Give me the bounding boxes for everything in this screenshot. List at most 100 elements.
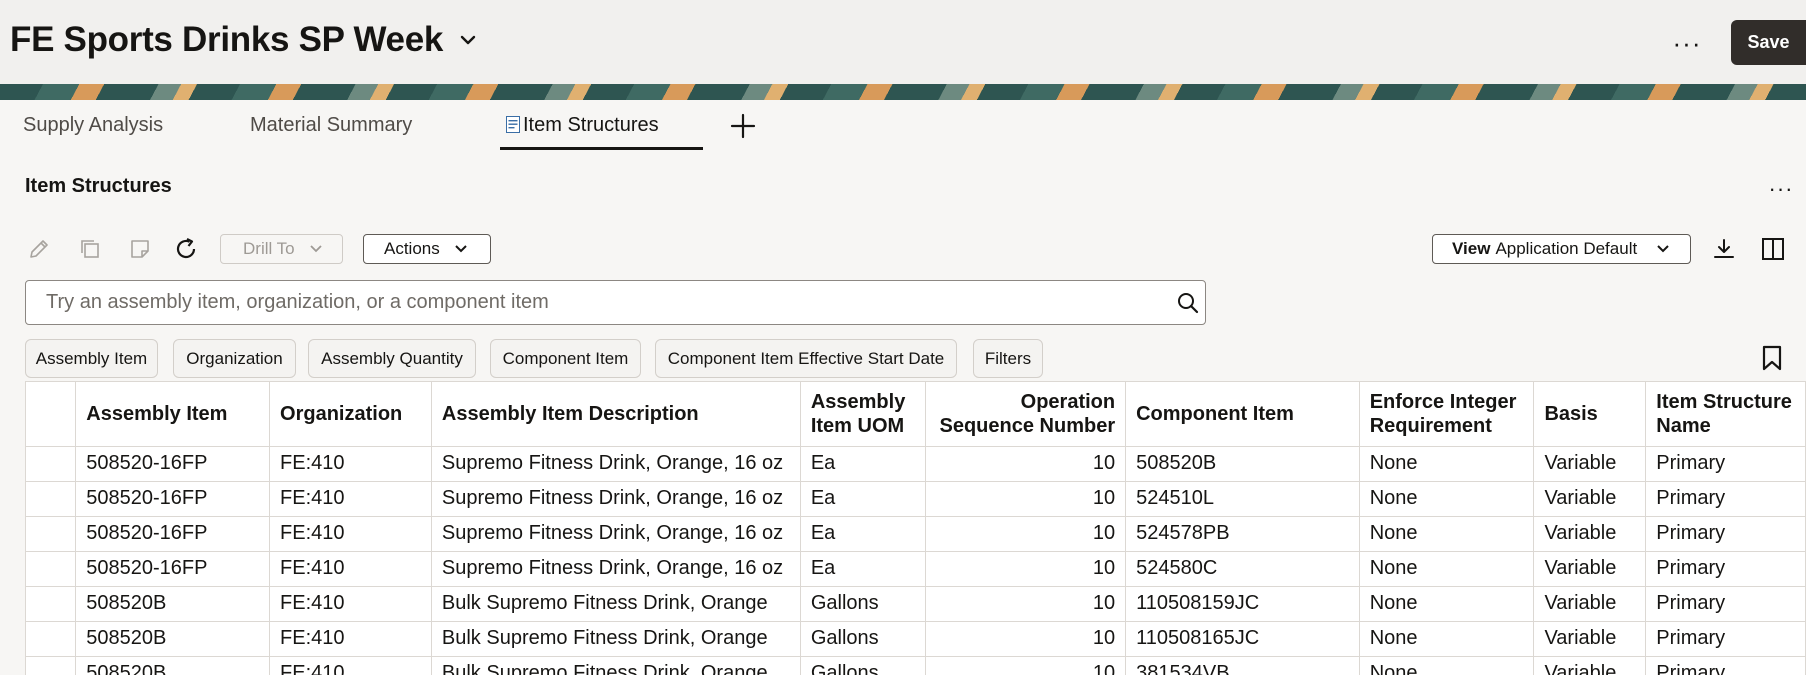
section-title: Item Structures (25, 175, 172, 197)
enforce-integer-cell: None (1359, 586, 1535, 622)
search-icon[interactable] (1176, 291, 1200, 315)
uom-cell: Ea (800, 516, 926, 552)
column-header-enforce-integer[interactable]: Enforce Integer Requirement (1359, 382, 1535, 447)
assembly-item-cell: 508520B (75, 621, 271, 657)
column-header-structure-name[interactable]: Item Structure Name (1645, 382, 1806, 447)
column-header-organization[interactable]: Organization (269, 382, 432, 447)
structure-name-cell: Primary (1645, 656, 1806, 675)
more-actions-icon[interactable]: ··· (1664, 26, 1710, 60)
tab-item-structures[interactable]: Item Structures (506, 114, 659, 137)
edit-icon[interactable] (26, 236, 52, 262)
assembly-item-cell: 508520-16FP (75, 516, 271, 552)
enforce-integer-cell: None (1359, 516, 1535, 552)
operation-sequence-cell: 10 (925, 656, 1127, 675)
basis-cell: Variable (1533, 481, 1647, 517)
row-select-cell[interactable] (26, 481, 77, 517)
drill-to-button[interactable]: Drill To (220, 234, 343, 264)
split-view-icon[interactable] (1760, 236, 1786, 262)
chevron-down-icon (455, 245, 467, 253)
row-select-cell[interactable] (26, 551, 77, 587)
description-cell: Bulk Supremo Fitness Drink, Orange (431, 621, 801, 657)
basis-cell: Variable (1533, 446, 1647, 482)
row-select-cell[interactable] (26, 656, 77, 675)
row-select-cell[interactable] (26, 586, 77, 622)
component-item-cell: 110508159JC (1125, 586, 1360, 622)
item-structures-table: Assembly Item Organization Assembly Item… (25, 381, 1806, 675)
add-tab-icon[interactable] (728, 110, 758, 142)
component-item-cell: 524578PB (1125, 516, 1360, 552)
table-row[interactable]: 508520B FE:410 Bulk Supremo Fitness Drink,… (26, 656, 1806, 675)
decorative-banner (0, 84, 1806, 100)
assembly-item-cell: 508520B (75, 656, 271, 675)
basis-cell: Variable (1533, 516, 1647, 552)
filter-chip-assembly-item[interactable]: Assembly Item (25, 339, 158, 378)
uom-cell: Gallons (800, 586, 926, 622)
column-header-operation-sequence[interactable]: Operation Sequence Number (925, 382, 1127, 447)
table-row[interactable]: 508520-16FP FE:410 Supremo Fitness Drink, … (26, 551, 1806, 587)
column-header-assembly-item[interactable]: Assembly Item (75, 382, 271, 447)
uom-cell: Ea (800, 481, 926, 517)
enforce-integer-cell: None (1359, 656, 1535, 675)
organization-cell: FE:410 (269, 481, 432, 517)
document-icon (506, 116, 520, 133)
filter-chip-assembly-quantity[interactable]: Assembly Quantity (308, 339, 476, 378)
actions-menu-button[interactable]: Actions (363, 234, 491, 264)
download-icon[interactable] (1711, 236, 1737, 262)
description-cell: Supremo Fitness Drink, Orange, 16 oz (431, 481, 801, 517)
table-row[interactable]: 508520-16FP FE:410 Supremo Fitness Drink, … (26, 481, 1806, 517)
operation-sequence-cell: 10 (925, 481, 1127, 517)
column-header-select (26, 382, 77, 447)
column-header-component-item[interactable]: Component Item (1125, 382, 1360, 447)
structure-name-cell: Primary (1645, 586, 1806, 622)
table-row[interactable]: 508520B FE:410 Bulk Supremo Fitness Drink,… (26, 586, 1806, 622)
section-more-icon[interactable]: ··· (1764, 176, 1798, 202)
refresh-icon[interactable] (173, 236, 199, 262)
tab-item-structures-label: Item Structures (523, 114, 659, 136)
structure-name-cell: Primary (1645, 446, 1806, 482)
bookmark-icon[interactable] (1760, 344, 1784, 372)
uom-cell: Gallons (800, 621, 926, 657)
assembly-item-cell: 508520B (75, 586, 271, 622)
save-button[interactable]: Save (1731, 20, 1806, 65)
row-select-cell[interactable] (26, 516, 77, 552)
description-cell: Supremo Fitness Drink, Orange, 16 oz (431, 516, 801, 552)
table-row[interactable]: 508520-16FP FE:410 Supremo Fitness Drink, … (26, 516, 1806, 552)
page-title[interactable]: FE Sports Drinks SP Week (10, 20, 479, 60)
structure-name-cell: Primary (1645, 621, 1806, 657)
uom-cell: Ea (800, 551, 926, 587)
filter-chip-filters[interactable]: Filters (973, 339, 1043, 378)
operation-sequence-cell: 10 (925, 551, 1127, 587)
page-title-text: FE Sports Drinks SP Week (10, 20, 444, 59)
page-header: FE Sports Drinks SP Week ··· Save (0, 0, 1806, 84)
row-select-cell[interactable] (26, 621, 77, 657)
column-header-description[interactable]: Assembly Item Description (431, 382, 801, 447)
filter-chip-organization[interactable]: Organization (173, 339, 296, 378)
table-row[interactable]: 508520-16FP FE:410 Supremo Fitness Drink, … (26, 446, 1806, 482)
assembly-item-cell: 508520-16FP (75, 551, 271, 587)
table-header-row: Assembly Item Organization Assembly Item… (26, 382, 1806, 447)
search-input[interactable] (46, 281, 1146, 324)
chevron-down-icon[interactable] (457, 29, 479, 51)
drill-to-label: Drill To (243, 239, 295, 258)
tab-supply-analysis[interactable]: Supply Analysis (23, 114, 163, 137)
tab-material-summary[interactable]: Material Summary (250, 114, 412, 137)
filter-chip-effective-start-date[interactable]: Component Item Effective Start Date (655, 339, 957, 378)
operation-sequence-cell: 10 (925, 586, 1127, 622)
filter-chip-component-item[interactable]: Component Item (490, 339, 641, 378)
row-select-cell[interactable] (26, 446, 77, 482)
operation-sequence-cell: 10 (925, 446, 1127, 482)
assembly-item-cell: 508520-16FP (75, 446, 271, 482)
table-row[interactable]: 508520B FE:410 Bulk Supremo Fitness Drink,… (26, 621, 1806, 657)
basis-cell: Variable (1533, 621, 1647, 657)
column-header-basis[interactable]: Basis (1533, 382, 1647, 447)
assembly-item-cell: 508520-16FP (75, 481, 271, 517)
note-icon[interactable] (127, 236, 153, 262)
component-item-cell: 110508165JC (1125, 621, 1360, 657)
structure-name-cell: Primary (1645, 481, 1806, 517)
organization-cell: FE:410 (269, 586, 432, 622)
enforce-integer-cell: None (1359, 621, 1535, 657)
column-header-uom[interactable]: Assembly Item UOM (800, 382, 926, 447)
component-item-cell: 508520B (1125, 446, 1360, 482)
duplicate-icon[interactable] (77, 236, 103, 262)
view-selector[interactable]: View Application Default (1432, 234, 1691, 264)
